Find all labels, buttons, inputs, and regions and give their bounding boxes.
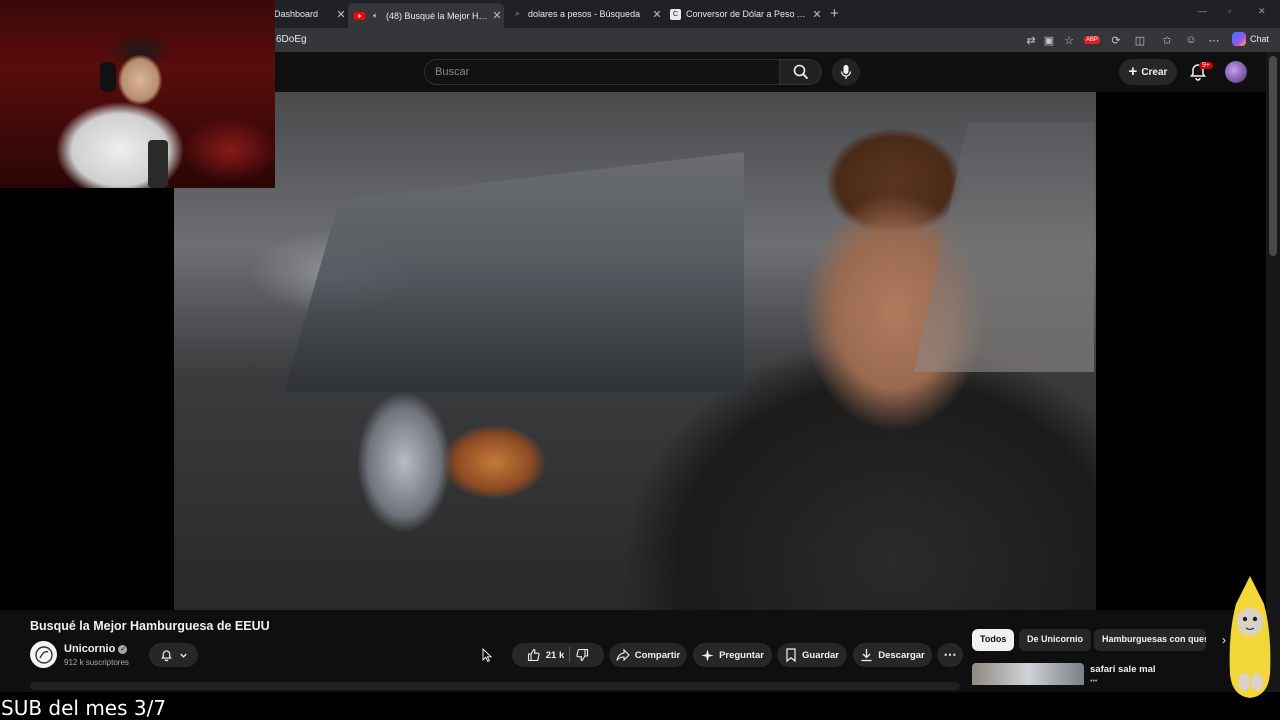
create-label: Crear (1141, 66, 1168, 78)
copilot-icon (1232, 32, 1246, 46)
new-tab-button[interactable]: + (830, 5, 839, 22)
streamer-webcam-overlay (0, 0, 275, 188)
thumbs-down-icon (576, 648, 589, 662)
tab-search-dolares[interactable]: ⌕ dolares a pesos - Búsqueda ✕ (506, 3, 664, 25)
voice-search-button[interactable] (832, 58, 860, 86)
profile-icon[interactable]: ☺ (1184, 33, 1198, 47)
like-dislike-group: 21 k (512, 643, 604, 667)
url-text[interactable]: 6DoEg (276, 34, 307, 45)
search-icon (793, 64, 808, 80)
more-horizontal-icon: ⋯ (943, 647, 957, 662)
bottle-decoration (148, 140, 168, 188)
subscribed-bell-button[interactable] (149, 643, 198, 667)
chat-label: Chat (1250, 34, 1270, 44)
search-placeholder: Buscar (435, 66, 470, 78)
window-close-icon[interactable]: ✕ (1258, 6, 1266, 17)
unicorn-logo-icon (34, 645, 53, 664)
download-label: Descargar (878, 649, 925, 661)
close-icon[interactable]: ✕ (334, 8, 348, 21)
close-icon[interactable]: ✕ (810, 8, 824, 21)
search-input[interactable]: Buscar (424, 59, 780, 85)
car-window-decoration (284, 152, 744, 392)
tab-label: dolares a pesos - Búsqueda (528, 9, 641, 19)
chip-label: De Unicornio (1027, 634, 1084, 644)
stream-bottom-bar (0, 692, 1280, 720)
video-title: Busqué la Mejor Hamburguesa de EEUU (30, 619, 270, 633)
ask-button[interactable]: Preguntar (693, 643, 772, 667)
chip-label: Hamburguesas con queso (1102, 634, 1206, 644)
close-icon[interactable]: ✕ (650, 8, 664, 21)
description-box-edge (30, 682, 960, 690)
dislike-button[interactable] (575, 648, 589, 662)
more-actions-button[interactable]: ⋯ (937, 643, 963, 667)
mouse-cursor-icon (482, 648, 492, 662)
share-label: Compartir (634, 649, 681, 661)
notification-badge: 9+ (1199, 62, 1213, 69)
search-button[interactable] (780, 59, 822, 85)
screen: Dashboard ✕ 🔈︎ (48) Busqué la Mejor Hamb… (0, 0, 1280, 720)
scrollbar-thumb[interactable] (1269, 56, 1277, 256)
tab-dashboard[interactable]: Dashboard ✕ (268, 3, 348, 25)
tab-conversor[interactable]: C Conversor de Dólar a Peso Argentino ✕ (664, 3, 824, 25)
tab-label: (48) Busqué la Mejor Hamburguesa de EEUU (386, 10, 490, 21)
chip-label: Todos (980, 634, 1007, 644)
ask-label: Preguntar (719, 649, 764, 661)
refresh-extension-icon[interactable]: ⟳ (1109, 33, 1123, 47)
close-icon[interactable]: ✕ (490, 9, 504, 22)
minimize-icon[interactable]: — (1198, 6, 1207, 16)
tab-label: Conversor de Dólar a Peso Argentino (686, 9, 810, 19)
sparkle-icon (701, 648, 714, 662)
chat-button[interactable]: Chat (1232, 32, 1269, 46)
user-avatar[interactable] (1225, 61, 1247, 83)
youtube-favicon-icon (354, 10, 365, 21)
divider (569, 647, 571, 663)
car-window-decoration (914, 122, 1094, 372)
star-icon[interactable]: ☆ (1062, 33, 1076, 47)
chip-hamburguesas[interactable]: Hamburguesas con queso (1094, 629, 1206, 651)
search-favicon-icon: ⌕ (515, 9, 520, 18)
microphone-icon (840, 65, 852, 79)
channel-avatar[interactable] (30, 641, 57, 668)
channel-name[interactable]: Unicornio ✓ (64, 643, 128, 655)
plus-icon: + (1128, 63, 1138, 80)
download-button[interactable]: Descargar (853, 643, 932, 667)
favorites-icon[interactable]: ✩ (1160, 33, 1174, 47)
chip-todos[interactable]: Todos (972, 629, 1015, 651)
chip-de-unicornio[interactable]: De Unicornio (1019, 629, 1092, 651)
channel-name-text: Unicornio (64, 643, 116, 655)
more-icon[interactable]: ⋯ (1207, 33, 1221, 47)
verified-check-icon: ✓ (118, 644, 128, 654)
create-button[interactable]: + Crear (1119, 59, 1177, 85)
speaker-icon[interactable]: 🔈︎ (370, 10, 381, 21)
adblock-icon[interactable]: ABP (1084, 33, 1101, 47)
headphones-decoration (100, 62, 116, 92)
subscriber-count: 912 k suscriptores (64, 658, 129, 667)
recommendation-meta: ••• (1090, 678, 1098, 685)
split-screen-icon[interactable]: ◫ (1133, 33, 1147, 47)
maximize-icon[interactable]: ▫ (1228, 6, 1231, 16)
recommendation-thumbnail[interactable] (972, 663, 1084, 685)
bookmark-icon (786, 648, 796, 662)
download-icon (861, 649, 872, 662)
recommendation-title[interactable]: safari sale mal (1090, 664, 1156, 675)
translate-icon[interactable]: ⇄ (1024, 33, 1038, 47)
site-favicon-icon: C (670, 8, 681, 20)
save-label: Guardar (802, 649, 839, 661)
share-icon (616, 648, 630, 662)
like-button[interactable] (527, 648, 541, 662)
tab-label: Dashboard (274, 9, 319, 19)
thumbs-up-icon (527, 648, 540, 662)
tab-youtube-video[interactable]: 🔈︎ (48) Busqué la Mejor Hamburguesa de E… (348, 3, 504, 28)
save-button[interactable]: Guardar (777, 643, 847, 667)
app-icon[interactable]: ▣ (1042, 33, 1056, 47)
sub-of-month-text: SUB del mes 3/7 (1, 696, 167, 720)
banana-cat-sticker (1229, 576, 1271, 698)
chevron-down-icon (179, 653, 187, 658)
bell-icon (160, 649, 172, 661)
video-frame[interactable] (174, 92, 1096, 610)
share-button[interactable]: Compartir (609, 643, 687, 667)
like-count: 21 k (545, 649, 565, 661)
